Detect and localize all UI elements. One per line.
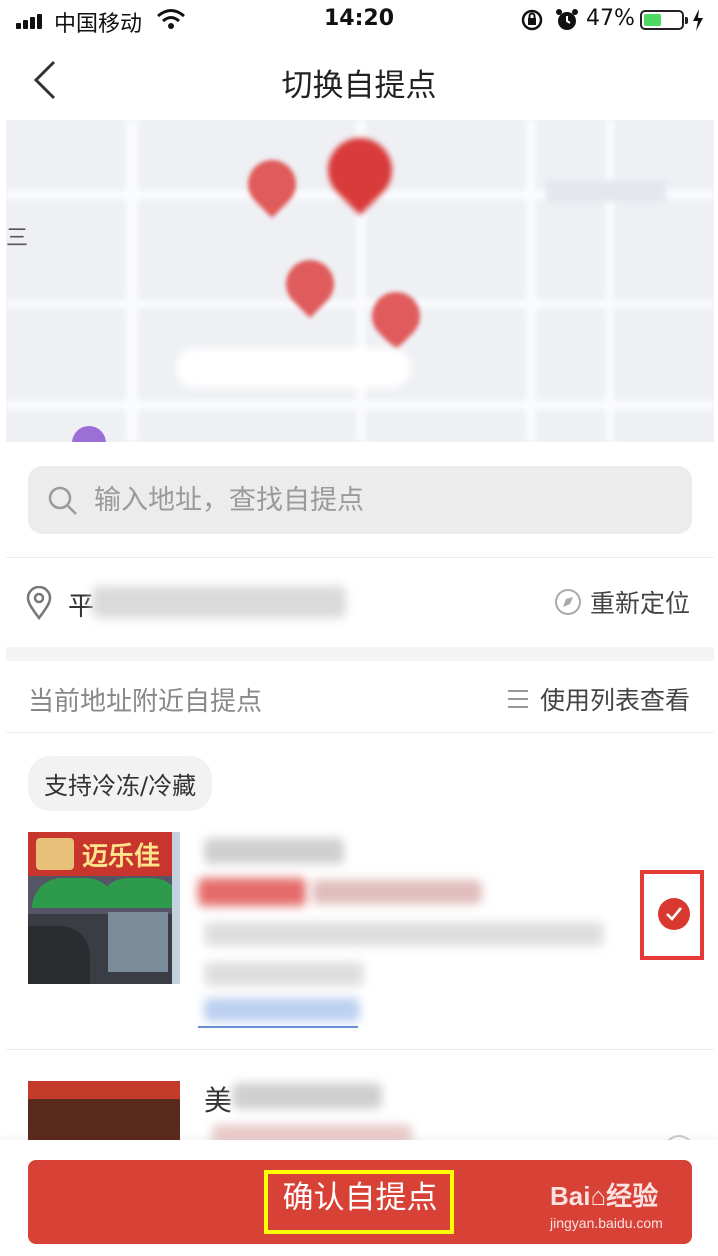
selected-indicator-highlight[interactable] [640,870,704,960]
view-as-list-label: 使用列表查看 [539,686,690,715]
map-pin-label [176,348,411,388]
battery-fill [644,14,661,26]
store-item[interactable]: 美 [6,1051,714,1165]
watermark-logo: Bai⌂经验 [550,1181,659,1211]
cold-chain-tag: 支持冷冻/冷藏 [28,756,213,811]
current-address-blurred [92,586,346,618]
rotation-lock-icon [520,8,544,36]
watermark-url: jingyan.baidu.com [550,1215,663,1231]
charging-icon [692,9,704,35]
relocate-label: 重新定位 [589,589,690,618]
map-edge-label: 三 [6,226,29,251]
map-view[interactable]: 三 [6,120,714,442]
list-icon [507,690,528,708]
store-photo: 迈乐佳 [28,832,180,984]
page-title: 切换自提点 [281,68,437,104]
relocate-button[interactable]: 重新定位 [554,584,690,620]
current-address: 平 [68,592,95,622]
current-location-row: 平 重新定位 [6,557,714,647]
location-pin-icon [26,585,52,624]
search-box[interactable] [28,466,692,534]
watermark: Bai⌂经验 jingyan.baidu.com [550,1176,663,1231]
battery-percent: 47% [586,6,635,31]
store-distance-blurred [312,880,482,904]
list-header: 当前地址附近自提点 使用列表查看 [6,661,714,733]
battery-icon [640,10,688,30]
view-as-list-button[interactable]: 使用列表查看 [506,681,690,717]
store-name-initial: 美 [204,1084,233,1117]
section-divider [6,647,714,661]
alarm-icon [555,8,579,36]
status-bar: 中国移动 14:20 47% [0,0,718,40]
store-address-line2-blurred [204,962,364,986]
store-item[interactable]: 迈乐佳 [6,820,714,1050]
relocate-icon [554,589,581,615]
section-label: 当前地址附近自提点 [28,687,263,717]
store-photo-sign: 迈乐佳 [82,842,161,872]
checked-icon [658,898,690,930]
store-link-blurred[interactable] [204,998,360,1022]
search-section [6,442,714,556]
store-name-blurred [232,1083,382,1109]
store-badge-blurred [198,878,306,906]
search-icon [48,486,78,520]
store-address-blurred [204,922,604,946]
nav-header: 切换自提点 [0,40,718,120]
store-name-blurred [204,838,344,864]
search-input[interactable] [94,480,654,520]
store-photo [28,1081,180,1141]
